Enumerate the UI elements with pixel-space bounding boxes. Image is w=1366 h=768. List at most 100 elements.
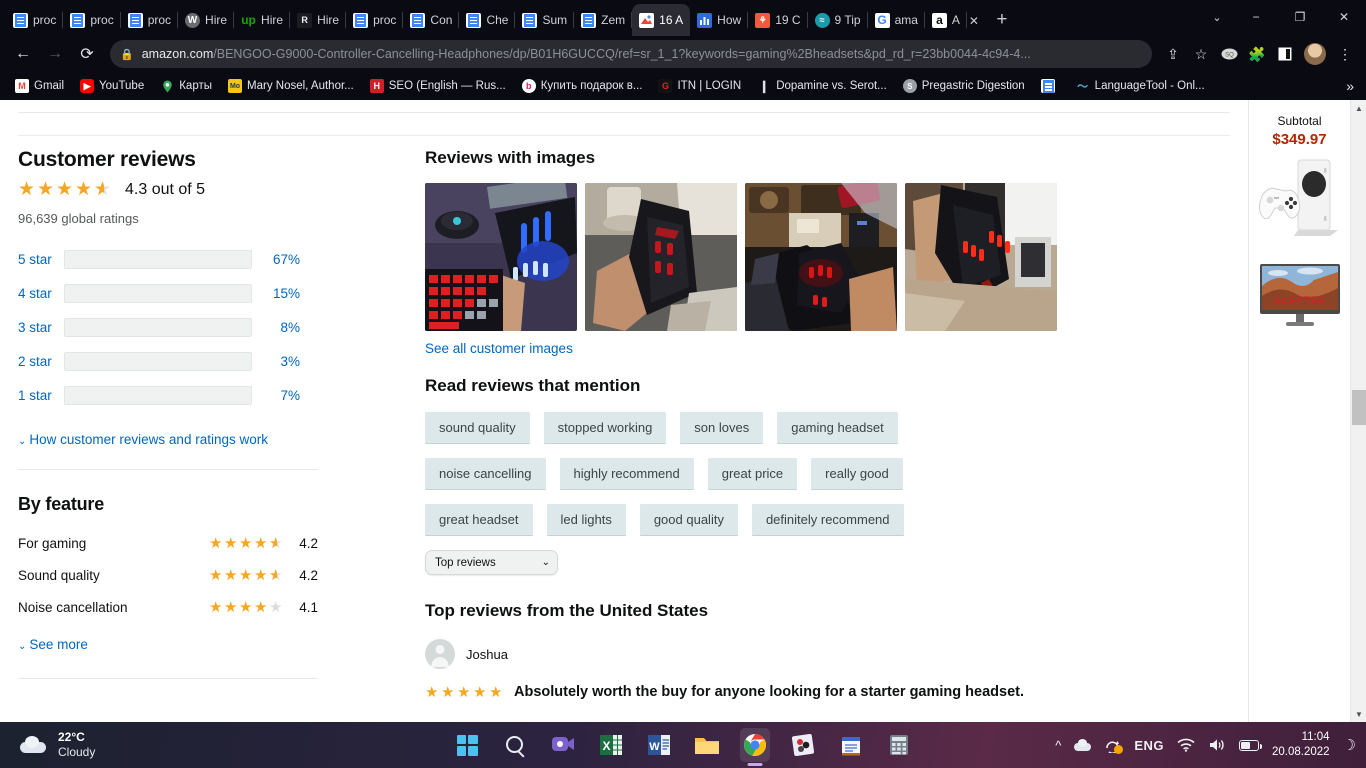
back-button[interactable]: ← [8, 39, 38, 69]
tab-close-icon[interactable]: ✕ [967, 14, 983, 36]
bookmark-item[interactable]: H SEO (English — Rus... [363, 77, 513, 95]
vertical-scrollbar[interactable]: ▲ ▼ [1350, 100, 1366, 722]
mention-tag[interactable]: sound quality [425, 412, 530, 444]
do-not-disturb-icon[interactable]: ☽ [1343, 736, 1356, 754]
bookmarks-overflow-button[interactable]: » [1346, 78, 1358, 94]
reload-button[interactable]: ⟳ [72, 39, 102, 69]
bookmark-star-icon[interactable]: ☆ [1188, 41, 1214, 67]
share-icon[interactable]: ⇪ [1160, 41, 1186, 67]
chrome-icon[interactable] [740, 728, 770, 762]
browser-tab[interactable]: W Hire [178, 4, 235, 36]
browser-tab-active[interactable]: 16 A [632, 4, 691, 36]
mention-tag[interactable]: really good [811, 458, 903, 490]
sidepanel-icon[interactable] [1272, 41, 1298, 67]
bookmark-item[interactable]: Mo Mary Nosel, Author... [221, 77, 361, 95]
histogram-row[interactable]: 2 star 3% [18, 344, 318, 378]
photos-icon[interactable] [788, 728, 818, 762]
browser-tab[interactable]: Gama [868, 4, 925, 36]
teams-icon[interactable] [548, 728, 578, 762]
new-tab-button[interactable]: + [989, 7, 1015, 33]
weather-widget[interactable]: 22°C Cloudy [0, 730, 95, 760]
onedrive-icon[interactable] [1074, 738, 1092, 751]
maximize-button[interactable]: ❐ [1278, 0, 1322, 34]
bookmark-item[interactable]: M Gmail [8, 77, 71, 95]
scroll-down-arrow[interactable]: ▼ [1351, 706, 1366, 722]
bookmark-item[interactable]: b Купить подарок в... [515, 77, 650, 95]
mention-tag[interactable]: stopped working [543, 412, 667, 444]
histogram-row[interactable]: 3 star 8% [18, 310, 318, 344]
browser-tab[interactable]: Che [459, 4, 516, 36]
battery-icon[interactable] [1238, 739, 1262, 751]
calculator-icon[interactable] [884, 728, 914, 762]
browser-tab[interactable]: proc [346, 4, 404, 36]
browser-tab[interactable]: Sum [515, 4, 574, 36]
review-image-thumb[interactable] [745, 183, 897, 331]
mention-tag[interactable]: son loves [680, 412, 764, 444]
review-author[interactable]: Joshua [425, 639, 1248, 669]
minimize-button[interactable]: − [1234, 0, 1278, 34]
bookmark-item[interactable]: Карты [153, 77, 219, 95]
bookmark-item[interactable]: S Pregastric Digestion [896, 77, 1032, 95]
mention-tag[interactable]: definitely recommend [751, 504, 904, 536]
clock[interactable]: 11:04 20.08.2022 [1272, 730, 1330, 760]
bookmark-item[interactable]: ❙ Dopamine vs. Serot... [750, 77, 894, 95]
mention-tag[interactable]: good quality [639, 504, 738, 536]
cart-product-xbox[interactable] [1249, 156, 1350, 242]
address-bar[interactable]: 🔒 amazon.com/BENGOO-G9000-Controller-Can… [110, 40, 1152, 68]
profile-avatar[interactable] [1304, 43, 1326, 65]
browser-tab[interactable]: R Hire [290, 4, 347, 36]
file-explorer-icon[interactable] [692, 728, 722, 762]
review-image-thumb[interactable] [425, 183, 577, 331]
notepad-icon[interactable] [836, 728, 866, 762]
browser-tab[interactable]: ⚘ 19 C [748, 4, 808, 36]
mention-tag[interactable]: great headset [425, 504, 533, 536]
bookmark-item[interactable]: ▶ YouTube [73, 77, 151, 95]
wifi-icon[interactable] [1177, 738, 1195, 752]
bookmark-item[interactable] [1034, 77, 1067, 95]
how-reviews-work-link[interactable]: ⌄ How customer reviews and ratings work [18, 432, 318, 447]
histogram-row[interactable]: 4 star 15% [18, 276, 318, 310]
histogram-row[interactable]: 5 star 67% [18, 242, 318, 276]
word-icon[interactable]: W [644, 728, 674, 762]
menu-kebab-icon[interactable]: ⋮ [1332, 41, 1358, 67]
seo-extension-icon[interactable]: SQ [1216, 41, 1242, 67]
review-image-thumb[interactable] [585, 183, 737, 331]
mention-tag[interactable]: noise cancelling [425, 458, 546, 490]
volume-icon[interactable] [1208, 738, 1226, 752]
browser-tab[interactable]: proc [121, 4, 179, 36]
mention-tag[interactable]: gaming headset [777, 412, 898, 444]
puzzle-extension-icon[interactable]: 🧩 [1244, 41, 1270, 67]
mention-tag[interactable]: great price [707, 458, 798, 490]
forward-button[interactable]: → [40, 39, 70, 69]
tab-search-icon[interactable]: ⌄ [1200, 0, 1234, 34]
see-all-customer-images-link[interactable]: See all customer images [425, 341, 573, 356]
cart-product-monitor[interactable]: SCEPTRE [1249, 264, 1350, 328]
browser-tab[interactable]: aA [925, 4, 967, 36]
browser-tab[interactable]: Con [403, 4, 460, 36]
language-indicator[interactable]: ENG [1134, 738, 1164, 753]
sync-icon[interactable] [1104, 738, 1124, 754]
browser-tab[interactable]: ≈9 Tip [808, 4, 868, 36]
sort-reviews-dropdown[interactable]: Top reviews ⌄ [425, 550, 558, 575]
start-icon[interactable] [452, 728, 482, 762]
search-icon[interactable] [500, 728, 530, 762]
browser-tab[interactable]: up Hire [234, 4, 291, 36]
excel-icon[interactable]: X [596, 728, 626, 762]
browser-tab[interactable]: Zem [574, 4, 633, 36]
scroll-up-arrow[interactable]: ▲ [1351, 100, 1366, 116]
see-more-features-link[interactable]: ⌄ See more [18, 637, 318, 652]
mention-tag[interactable]: led lights [546, 504, 626, 536]
tray-overflow-icon[interactable]: ^ [1055, 738, 1061, 753]
scrollbar-thumb[interactable] [1352, 390, 1366, 425]
close-button[interactable]: ✕ [1322, 0, 1366, 34]
review-title-row[interactable]: ★ ★ ★ ★ ★ Absolutely worth the buy for anyon… [425, 683, 1248, 701]
browser-tab[interactable]: How [690, 4, 749, 36]
bookmark-item[interactable]: 〜 LanguageTool - Onl... [1069, 77, 1212, 95]
bookmark-item[interactable]: G ITN | LOGIN [651, 77, 748, 95]
review-image-thumb[interactable] [905, 183, 1057, 331]
histogram-row[interactable]: 1 star 7% [18, 378, 318, 412]
browser-tab[interactable]: proc [6, 4, 64, 36]
browser-tab[interactable]: proc [63, 4, 121, 36]
overall-rating[interactable]: ★★★★★ 4.3 out of 5 [18, 180, 318, 199]
mention-tag[interactable]: highly recommend [559, 458, 694, 490]
